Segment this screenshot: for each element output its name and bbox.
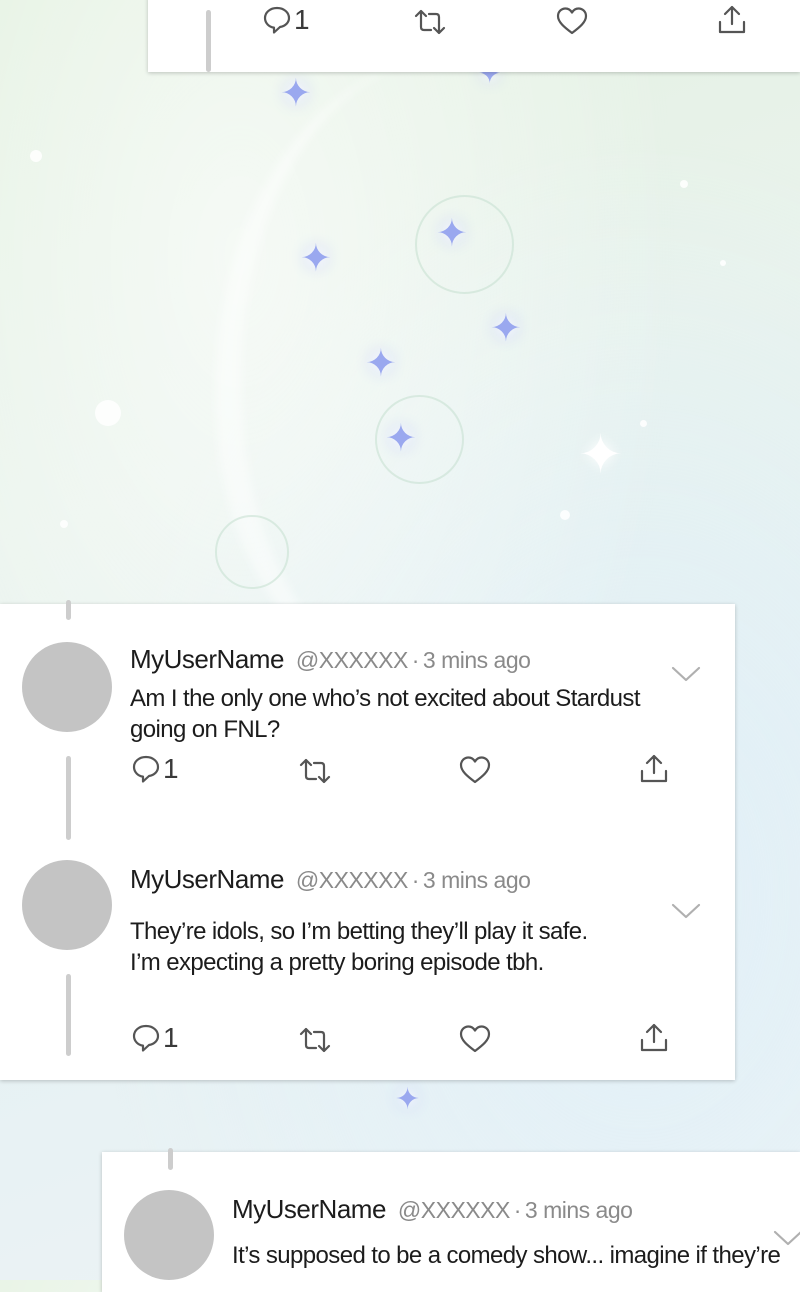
heart-icon xyxy=(459,1025,491,1053)
tweet-card: 1 xyxy=(148,0,800,72)
reply-count: 1 xyxy=(163,753,179,784)
chevron-down-icon[interactable] xyxy=(670,901,702,921)
light-dot xyxy=(60,520,68,528)
light-dot xyxy=(30,150,42,162)
retweet-icon xyxy=(299,758,331,784)
thread-line xyxy=(66,600,71,620)
tweet-text-line: going on FNL? xyxy=(130,716,280,743)
tweet-card: MyUserName @XXXXXX · 3 mins ago Am I the … xyxy=(0,600,735,1080)
tweet-text-line: I’m expecting a pretty boring episode tb… xyxy=(130,949,544,976)
sparkle-star: ✦ xyxy=(385,418,417,460)
reply-button[interactable]: 1 xyxy=(131,751,179,787)
share-button[interactable] xyxy=(638,1020,670,1056)
like-button[interactable] xyxy=(556,3,588,39)
sparkle-star: ✦ xyxy=(365,343,397,385)
retweet-icon xyxy=(414,9,446,35)
tweet-text-line: They’re idols, so I’m betting they’ll pl… xyxy=(130,918,588,945)
reply-button[interactable]: 1 xyxy=(131,1020,179,1056)
thread-line xyxy=(206,10,211,72)
tweet-text-line: Am I the only one who’s not excited abou… xyxy=(130,685,640,712)
share-icon xyxy=(640,1023,668,1052)
separator-dot: · xyxy=(513,1197,522,1223)
light-dot xyxy=(560,510,570,520)
avatar[interactable] xyxy=(22,860,112,950)
reply-count: 1 xyxy=(294,4,310,35)
timestamp: 3 mins ago xyxy=(422,867,531,893)
retweet-button[interactable] xyxy=(298,753,332,789)
handle[interactable]: @XXXXXX xyxy=(296,647,408,673)
share-icon xyxy=(718,5,746,34)
handle[interactable]: @XXXXXX xyxy=(296,867,408,893)
tweet-header: MyUserName @XXXXXX · 3 mins ago xyxy=(130,644,531,675)
share-button[interactable] xyxy=(638,751,670,787)
heart-icon xyxy=(556,7,588,35)
tweet-text: Am I the only one who’s not excited abou… xyxy=(130,683,640,745)
retweet-icon xyxy=(299,1027,331,1053)
sparkle-star: ✦ xyxy=(280,73,312,115)
timestamp: 3 mins ago xyxy=(422,647,531,673)
retweet-button[interactable] xyxy=(298,1022,332,1058)
reply-icon xyxy=(132,1024,160,1052)
username[interactable]: MyUserName xyxy=(130,644,284,674)
username[interactable]: MyUserName xyxy=(130,864,284,894)
light-dot xyxy=(640,420,647,427)
thread-line xyxy=(66,974,71,1056)
handle[interactable]: @XXXXXX xyxy=(398,1197,510,1223)
separator-dot: · xyxy=(411,867,420,893)
avatar[interactable] xyxy=(22,642,112,732)
heart-icon xyxy=(459,756,491,784)
avatar[interactable] xyxy=(124,1190,214,1280)
thread-line xyxy=(66,756,71,840)
thread-line xyxy=(168,1148,173,1170)
separator-dot: · xyxy=(411,647,420,673)
chevron-down-icon[interactable] xyxy=(670,664,702,684)
share-icon xyxy=(640,754,668,783)
reply-icon xyxy=(263,6,291,34)
username[interactable]: MyUserName xyxy=(232,1194,386,1224)
sparkle-star: ✦ xyxy=(395,1083,421,1116)
like-button[interactable] xyxy=(459,1021,491,1057)
sparkle-star: ✦ xyxy=(436,213,468,255)
bubble xyxy=(415,195,514,294)
tweet-text-line: It’s supposed to be a comedy show... ima… xyxy=(232,1242,781,1269)
sparkle-star: ✦ xyxy=(490,308,522,350)
bubble xyxy=(215,515,289,589)
tweet-header: MyUserName @XXXXXX · 3 mins ago xyxy=(130,864,531,895)
reply-icon xyxy=(132,755,160,783)
like-button[interactable] xyxy=(459,752,491,788)
retweet-button[interactable] xyxy=(413,4,447,40)
light-dot xyxy=(95,400,121,426)
timestamp: 3 mins ago xyxy=(524,1197,633,1223)
bubble xyxy=(375,395,464,484)
reply-button[interactable]: 1 xyxy=(262,2,310,38)
light-dot xyxy=(720,260,726,266)
sparkle-star: ✦ xyxy=(578,425,624,485)
sparkle-star: ✦ xyxy=(300,238,332,280)
reply-count: 1 xyxy=(163,1022,179,1053)
tweet-text: It’s supposed to be a comedy show... ima… xyxy=(232,1240,781,1271)
share-button[interactable] xyxy=(716,2,748,38)
tweet-header: MyUserName @XXXXXX · 3 mins ago xyxy=(232,1194,633,1225)
light-dot xyxy=(680,180,688,188)
tweet-text: They’re idols, so I’m betting they’ll pl… xyxy=(130,916,588,978)
tweet-card: MyUserName @XXXXXX · 3 mins ago It’s supp… xyxy=(102,1148,800,1292)
